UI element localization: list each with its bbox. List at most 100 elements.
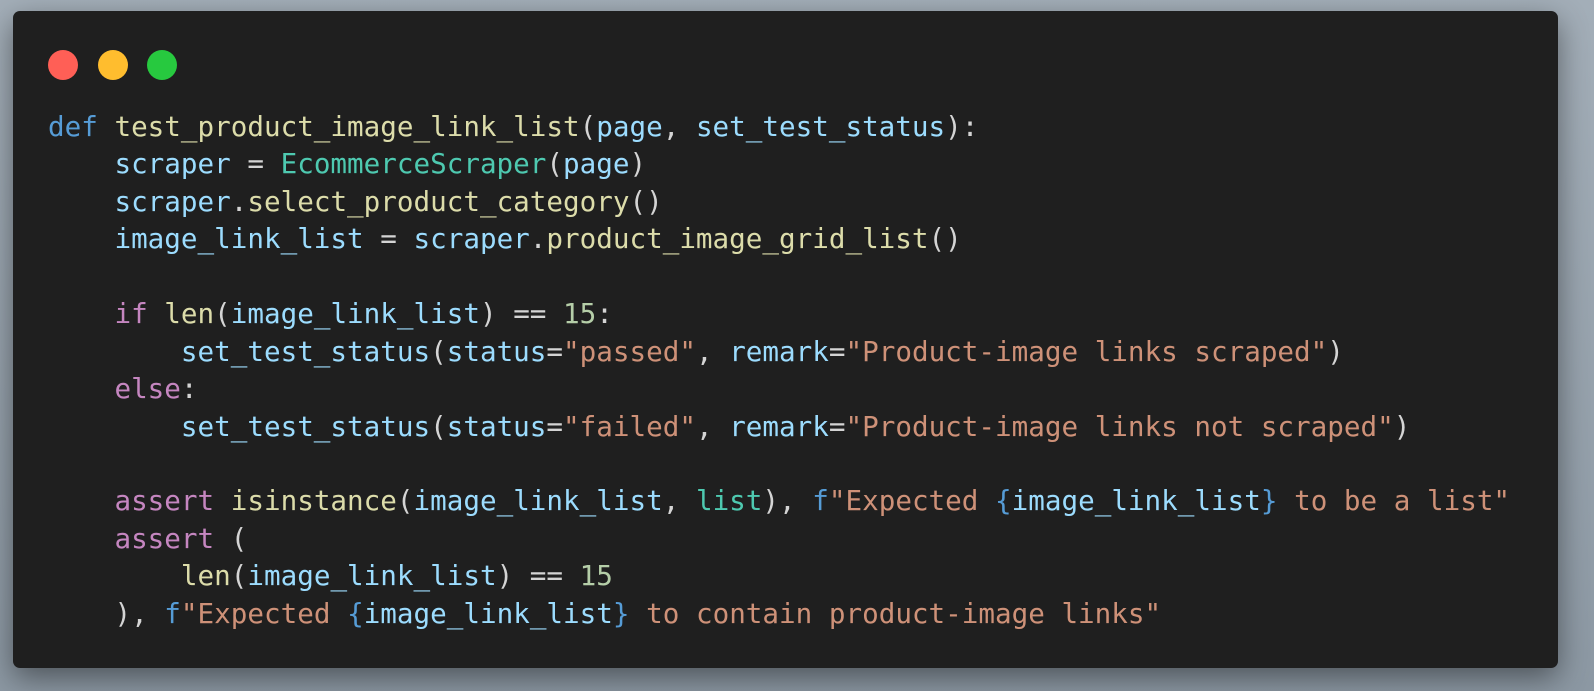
code-token-punctuation: , (662, 484, 696, 518)
code-token-punctuation: ) == (479, 297, 564, 331)
code-token-punctuation (48, 335, 181, 368)
code-token-punctuation (48, 597, 114, 630)
code-token-keyword: f (164, 596, 181, 630)
code-token-keyword: { (347, 596, 364, 630)
code-token-punctuation: ( (546, 147, 564, 181)
code-token-punctuation: ), (762, 484, 813, 518)
code-token-keyword: { (995, 484, 1012, 518)
code-token-identifier: remark (729, 334, 829, 368)
code-window: def test_product_image_link_list(page, s… (13, 11, 1558, 668)
code-token-punctuation: = (828, 409, 846, 443)
code-token-string-literal: "passed" (563, 334, 696, 368)
code-token-punctuation: ( (430, 334, 447, 368)
code-token-function-name: test_product_image_link_list (114, 110, 580, 143)
code-token-punctuation (48, 372, 114, 405)
code-token-identifier: image_link_list (230, 297, 480, 331)
code-token-punctuation (48, 484, 114, 517)
code-token-punctuation: : (596, 297, 613, 331)
code-token-punctuation: () (629, 184, 663, 218)
code-token-identifier: page (563, 147, 630, 181)
code-token-punctuation (48, 522, 114, 555)
code-token-control-keyword: if (114, 297, 165, 331)
code-token-punctuation: ( (214, 297, 231, 331)
code-line: def test_product_image_link_list(page, s… (48, 108, 1510, 145)
code-token-identifier: remark (729, 409, 829, 443)
code-token-identifier: scraper (413, 222, 530, 256)
code-token-identifier: image_link_list (1011, 484, 1261, 518)
code-token-string-literal: to be a list" (1277, 484, 1511, 518)
code-token-control-keyword: assert (114, 521, 231, 555)
code-token-punctuation: ( (430, 409, 447, 443)
code-block: def test_product_image_link_list(page, s… (48, 108, 1510, 632)
code-token-control-keyword: else (114, 372, 181, 406)
code-token-punctuation (48, 185, 114, 218)
code-token-identifier: image_link_list (363, 596, 613, 630)
code-token-identifier: status (446, 409, 547, 443)
code-token-identifier: image_link_list (247, 559, 497, 593)
code-token-punctuation: , (695, 334, 730, 368)
code-token-identifier: scraper (114, 147, 231, 181)
code-token-punctuation: () (928, 222, 962, 256)
code-line: image_link_list = scraper.product_image_… (48, 220, 1510, 257)
code-token-punctuation: ( (230, 521, 248, 555)
code-token-identifier: image_link_list (114, 222, 364, 256)
code-token-punctuation: = (363, 222, 414, 256)
code-token-identifier: page (596, 110, 663, 143)
code-token-function-name: len (180, 559, 231, 593)
code-token-punctuation: . (230, 184, 248, 218)
code-token-punctuation (48, 410, 181, 443)
code-token-class-name: EcommerceScraper (280, 147, 547, 181)
code-token-punctuation (48, 559, 181, 592)
code-token-function-name: len (164, 297, 215, 331)
code-token-punctuation: ) (1393, 409, 1411, 443)
code-line: scraper.select_product_category() (48, 183, 1510, 220)
code-token-punctuation: : (180, 372, 198, 406)
code-token-punctuation: = (828, 334, 846, 368)
code-line: if len(image_link_list) == 15: (48, 295, 1510, 332)
code-token-identifier: set_test_status (180, 409, 431, 443)
code-token-punctuation: ) (1327, 334, 1344, 368)
code-token-string-literal: "failed" (563, 409, 696, 443)
code-token-punctuation: , (662, 110, 696, 143)
code-line: set_test_status(status="passed", remark=… (48, 333, 1510, 370)
code-token-punctuation (48, 222, 114, 255)
code-line: assert isinstance(image_link_list, list)… (48, 482, 1510, 519)
minimize-dot-icon (98, 50, 128, 80)
code-token-keyword: def (48, 110, 115, 143)
code-token-punctuation (48, 297, 114, 330)
code-token-control-keyword: assert (114, 484, 231, 518)
code-line: else: (48, 370, 1510, 407)
code-token-function-name: isinstance (230, 484, 397, 518)
code-token-punctuation: , (695, 409, 730, 443)
code-token-keyword: } (612, 596, 630, 630)
code-token-string-literal: "Expected (180, 596, 348, 630)
code-token-punctuation: = (546, 409, 564, 443)
code-token-identifier: image_link_list (413, 484, 663, 518)
code-token-identifier: scraper (114, 184, 231, 218)
code-token-number-literal: 15 (563, 297, 597, 331)
maximize-dot-icon (147, 50, 177, 80)
code-token-function-name: select_product_category (247, 184, 630, 218)
code-token-punctuation: ( (579, 110, 597, 143)
code-token-keyword: f (812, 484, 829, 518)
code-token-punctuation: ( (230, 559, 248, 593)
code-token-punctuation: = (230, 147, 281, 181)
code-token-identifier: set_test_status (695, 110, 946, 143)
code-token-string-literal: "Expected (828, 484, 996, 518)
code-line: scraper = EcommerceScraper(page) (48, 145, 1510, 182)
code-token-string-literal: "Product-image links not scraped" (845, 409, 1394, 443)
code-line: assert ( (48, 520, 1510, 557)
code-token-punctuation: ) (629, 147, 647, 181)
code-token-punctuation: ): (945, 110, 979, 143)
code-token-punctuation: ( (396, 484, 414, 518)
code-line: ), f"Expected {image_link_list} to conta… (48, 595, 1510, 632)
code-token-punctuation: = (546, 334, 564, 368)
code-token-function-name: product_image_grid_list (546, 222, 929, 256)
code-token-string-literal: "Product-image links scraped" (845, 334, 1328, 368)
code-token-punctuation: ) == (496, 559, 580, 593)
close-dot-icon (48, 50, 78, 80)
code-token-identifier: status (446, 334, 547, 368)
code-token-class-name: list (695, 484, 763, 518)
